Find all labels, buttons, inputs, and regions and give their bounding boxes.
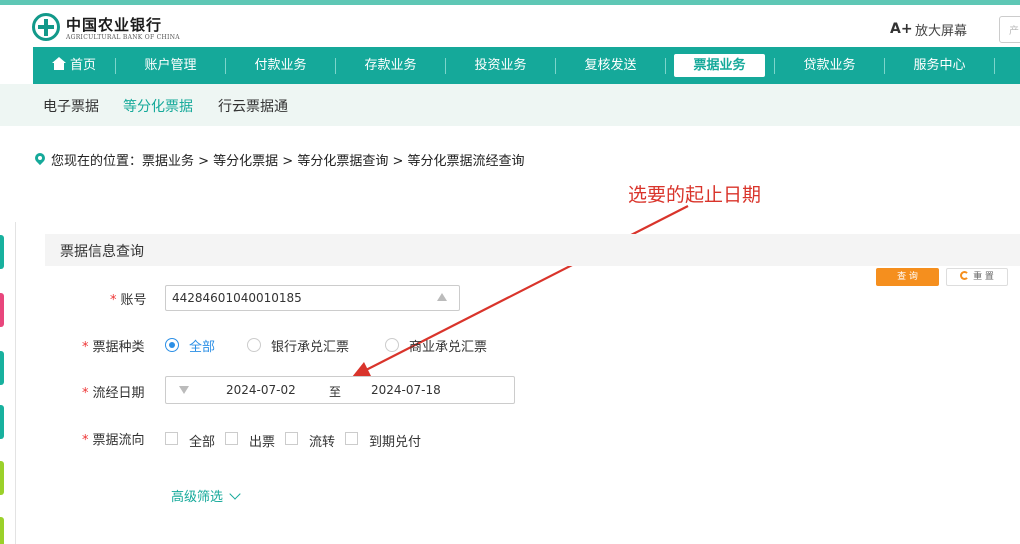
header: 中国农业银行 AGRICULTURAL BANK OF CHINA A+ 放大屏… bbox=[0, 5, 1020, 47]
direction-option-label: 到期兑付 bbox=[369, 435, 422, 450]
subnav-item-e-bills[interactable]: 电子票据 bbox=[43, 96, 99, 116]
home-icon bbox=[51, 57, 66, 70]
nav-item-deposit[interactable]: 存款业务 bbox=[336, 47, 445, 84]
bill-type-option-label: 银行承兑汇票 bbox=[271, 340, 350, 355]
nav-item-review[interactable]: 复核发送 bbox=[556, 47, 665, 84]
nav-divider bbox=[665, 58, 666, 74]
bank-logo-icon[interactable] bbox=[32, 13, 60, 41]
direction-checkbox-issue[interactable] bbox=[225, 432, 238, 445]
side-tab-4[interactable] bbox=[0, 405, 4, 439]
bill-type-label: * 票据种类 bbox=[82, 340, 145, 355]
bank-name-cn: 中国农业银行 bbox=[66, 16, 163, 34]
start-date-value[interactable]: 2024-07-02 bbox=[226, 383, 296, 397]
breadcrumb: 您现在的位置：票据业务 > 等分化票据 > 等分化票据查询 > 等分化票据流经查… bbox=[35, 150, 525, 169]
search-input[interactable]: 产 bbox=[999, 16, 1020, 43]
flow-date-label: * 流经日期 bbox=[82, 386, 145, 401]
bill-type-radio-bank[interactable] bbox=[247, 338, 261, 352]
bill-type-radio-all[interactable] bbox=[165, 338, 179, 352]
caret-down-icon bbox=[179, 386, 189, 394]
caret-up-icon bbox=[437, 293, 447, 301]
main-nav: 首页 账户管理 付款业务 存款业务 投资业务 复核发送 票据业务 贷款业务 服务… bbox=[33, 47, 1020, 84]
arrow-head bbox=[352, 362, 371, 377]
side-tab-2[interactable] bbox=[0, 293, 4, 327]
refresh-icon bbox=[960, 271, 970, 280]
section-header: 票据信息查询 bbox=[45, 234, 1020, 266]
direction-checkbox-transfer[interactable] bbox=[285, 432, 298, 445]
account-label: * 账号 bbox=[110, 293, 147, 308]
bank-name-en: AGRICULTURAL BANK OF CHINA bbox=[66, 34, 180, 41]
date-range-input[interactable]: 2024-07-02 至 2024-07-18 bbox=[165, 376, 515, 404]
side-tab-1[interactable] bbox=[0, 235, 4, 269]
direction-checkbox-all[interactable] bbox=[165, 432, 178, 445]
date-range-separator: 至 bbox=[329, 385, 342, 399]
location-pin-icon bbox=[35, 153, 45, 166]
bill-direction-label: * 票据流向 bbox=[82, 433, 145, 448]
zoom-screen-link[interactable]: 放大屏幕 bbox=[915, 20, 967, 39]
nav-item-investment[interactable]: 投资业务 bbox=[446, 47, 555, 84]
section-title: 票据信息查询 bbox=[60, 244, 144, 260]
direction-option-label: 流转 bbox=[309, 435, 336, 450]
subnav-item-split-bills[interactable]: 等分化票据 bbox=[123, 96, 193, 116]
font-size-icon[interactable]: A+ bbox=[890, 21, 913, 37]
account-value: 44284601040010185 bbox=[172, 291, 302, 305]
chevron-down-icon bbox=[229, 488, 241, 500]
direction-option-label: 出票 bbox=[249, 435, 276, 450]
bill-type-radio-commercial[interactable] bbox=[385, 338, 399, 352]
search-button[interactable]: 查 询 bbox=[876, 268, 939, 286]
nav-item-loan[interactable]: 贷款业务 bbox=[775, 47, 884, 84]
bill-type-option-label: 全部 bbox=[189, 340, 216, 355]
nav-item-home[interactable]: 首页 bbox=[33, 47, 115, 84]
direction-checkbox-maturity[interactable] bbox=[345, 432, 358, 445]
subnav-item-cloud-bills[interactable]: 行云票据通 bbox=[218, 96, 288, 116]
nav-item-account[interactable]: 账户管理 bbox=[116, 47, 225, 84]
breadcrumb-path: 票据业务 > 等分化票据 > 等分化票据查询 > 等分化票据流经查询 bbox=[142, 154, 525, 169]
nav-item-bills[interactable]: 票据业务 bbox=[674, 54, 765, 77]
bill-type-option-label: 商业承兑汇票 bbox=[409, 340, 488, 355]
account-select[interactable]: 44284601040010185 bbox=[165, 285, 460, 311]
annotation-text: 选要的起止日期 bbox=[628, 184, 762, 206]
nav-item-service[interactable]: 服务中心 bbox=[885, 47, 994, 84]
nav-item-payment[interactable]: 付款业务 bbox=[226, 47, 335, 84]
advanced-filter-toggle[interactable]: 高级筛选 bbox=[171, 486, 241, 505]
reset-button[interactable]: 重 置 bbox=[946, 268, 1008, 286]
sub-nav: 电子票据 等分化票据 行云票据通 bbox=[0, 84, 1020, 126]
nav-divider bbox=[994, 58, 995, 74]
end-date-value[interactable]: 2024-07-18 bbox=[371, 383, 441, 397]
side-tab-6[interactable] bbox=[0, 517, 4, 544]
side-tab-5[interactable] bbox=[0, 461, 4, 495]
direction-option-label: 全部 bbox=[189, 435, 216, 450]
side-tab-3[interactable] bbox=[0, 351, 4, 385]
